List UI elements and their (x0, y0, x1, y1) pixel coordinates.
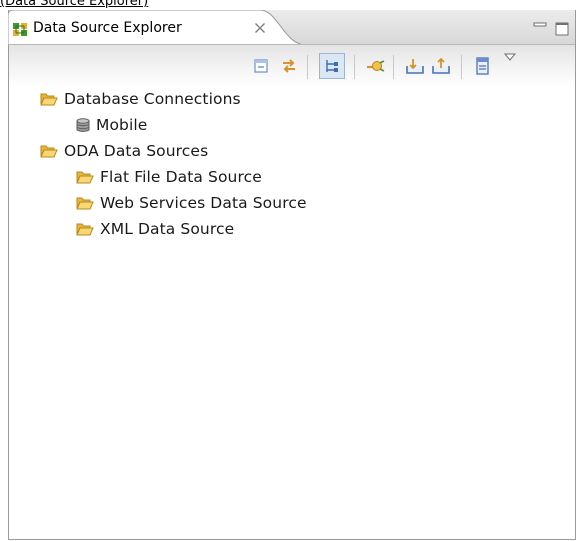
open-folder-icon (40, 93, 58, 106)
tree-item-label: Database Connections (64, 90, 241, 108)
database-icon (76, 117, 90, 132)
toolbar-separator (461, 55, 462, 79)
link-with-editor-icon[interactable] (279, 56, 299, 76)
open-folder-icon (40, 145, 58, 158)
view-toolbar (9, 44, 575, 87)
tree-item-web-services-data-source[interactable]: Web Services Data Source (76, 192, 307, 214)
import-icon[interactable] (405, 56, 425, 76)
view-tab[interactable]: Data Source Explorer (8, 10, 306, 45)
tree-item-flat-file-data-source[interactable]: Flat File Data Source (76, 166, 262, 188)
tree-layout-icon[interactable] (319, 53, 345, 79)
data-source-explorer-icon (13, 23, 27, 36)
tree-item-oda-data-sources[interactable]: ODA Data Sources (40, 140, 208, 162)
view-tab-title: Data Source Explorer (33, 20, 182, 36)
maximize-icon[interactable] (555, 22, 569, 36)
connect-icon[interactable] (365, 56, 385, 76)
toolbar-separator (354, 55, 355, 79)
tree-item-database-connections[interactable]: Database Connections (40, 88, 241, 110)
close-icon[interactable] (254, 22, 266, 34)
tree-item-label: ODA Data Sources (64, 142, 209, 160)
open-folder-icon (76, 197, 94, 210)
filter-icon[interactable] (473, 56, 493, 76)
minimize-icon[interactable] (533, 22, 547, 32)
tree-item-mobile[interactable]: Mobile (76, 114, 147, 136)
tree-item-label: Web Services Data Source (100, 194, 307, 212)
data-source-explorer-view: Data Source Explorer Database Connection… (8, 10, 576, 540)
tree-item-label: XML Data Source (100, 220, 235, 238)
open-folder-icon (76, 171, 94, 184)
tree-item-xml-data-source[interactable]: XML Data Source (76, 218, 234, 240)
export-icon[interactable] (431, 56, 451, 76)
figure-caption: (Data Source Explorer) (0, 0, 149, 9)
view-menu-icon[interactable] (503, 51, 517, 63)
toolbar-separator (393, 55, 394, 79)
view-tab-strip: Data Source Explorer (8, 10, 575, 45)
tree-item-label: Flat File Data Source (100, 168, 262, 186)
toolbar-separator (307, 55, 308, 79)
tree-item-label: Mobile (96, 116, 148, 134)
open-folder-icon (76, 223, 94, 236)
collapse-all-icon[interactable] (251, 56, 271, 76)
